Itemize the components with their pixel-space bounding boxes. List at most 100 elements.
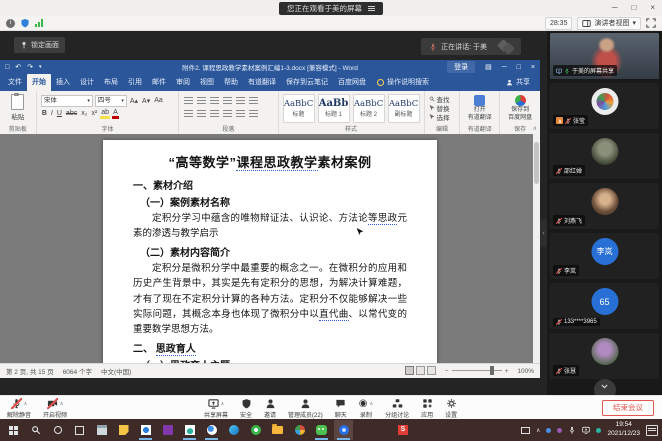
increase-indent-icon[interactable]: [236, 97, 245, 105]
shrink-font-button[interactable]: A▾: [141, 97, 151, 105]
banner-menu-icon[interactable]: [368, 6, 375, 11]
taskbar-search-button[interactable]: [26, 420, 45, 440]
chevron-up-icon[interactable]: ∧: [24, 401, 28, 407]
pin-view-button[interactable]: 锁定画面: [14, 37, 65, 53]
document-page[interactable]: “高等数学”课程思政教学素材案例 一、素材介绍 （一）案例素材名称 定积分学习中…: [103, 140, 437, 364]
tray-app-icon[interactable]: [596, 428, 601, 433]
subscript-button[interactable]: x₂: [80, 110, 88, 117]
tab-review[interactable]: 审阅: [171, 74, 195, 91]
italic-button[interactable]: I: [50, 110, 54, 117]
language-indicator[interactable]: 中文(中国): [101, 366, 131, 376]
tab-file[interactable]: 文件: [3, 74, 27, 91]
save-icon[interactable]: □: [5, 64, 9, 71]
participant-tile-screenshare[interactable]: 于美的屏幕共享: [550, 33, 659, 79]
breakout-rooms-button[interactable]: 分组讨论: [385, 397, 409, 419]
taskbar-calculator[interactable]: [92, 420, 111, 440]
task-view-button[interactable]: [70, 420, 89, 440]
taskbar-app-green[interactable]: [246, 420, 265, 440]
zoom-in-button[interactable]: +: [505, 368, 509, 375]
tab-youdao[interactable]: 有道翻译: [243, 74, 281, 91]
print-layout-icon[interactable]: [416, 366, 425, 375]
start-button[interactable]: [4, 420, 23, 440]
word-minimize-button[interactable]: ─: [502, 64, 507, 71]
participant-tile[interactable]: 邵红婵: [550, 133, 659, 179]
chevron-up-icon[interactable]: ∧: [221, 401, 225, 407]
tab-layout[interactable]: 布局: [99, 74, 123, 91]
superscript-button[interactable]: x²: [90, 110, 98, 117]
participant-tile[interactable]: 张慧: [550, 333, 659, 379]
highlight-color-button[interactable]: ab: [100, 109, 110, 119]
tab-insert[interactable]: 插入: [51, 74, 75, 91]
bullet-list-icon[interactable]: [184, 97, 193, 105]
taskbar-sticky-notes[interactable]: [114, 420, 133, 440]
invite-button[interactable]: 邀请: [264, 397, 276, 419]
record-button[interactable]: ◉∧ 录制: [359, 397, 373, 419]
minimize-button[interactable]: ─: [612, 1, 618, 14]
style-card-heading1[interactable]: AaBb标题 1: [318, 94, 350, 123]
paste-button[interactable]: 粘贴: [4, 94, 32, 121]
sort-icon[interactable]: [249, 97, 258, 105]
tab-baidupan[interactable]: 百度网盘: [333, 74, 371, 91]
participant-tile[interactable]: 李岚 李岚: [550, 233, 659, 279]
select-button[interactable]: 选择: [429, 112, 456, 121]
cortana-button[interactable]: [48, 420, 67, 440]
style-card-heading2[interactable]: AaBbC标题 2: [353, 94, 385, 123]
taskbar-wechat[interactable]: [312, 420, 331, 440]
tab-mailings[interactable]: 邮件: [147, 74, 171, 91]
fullscreen-button[interactable]: [646, 18, 656, 28]
word-restore-button[interactable]: □: [517, 64, 521, 71]
tab-cloudnote[interactable]: 保存到云笔记: [281, 74, 333, 91]
redo-icon[interactable]: ↷: [27, 63, 33, 71]
style-card-normal[interactable]: AaBbC标题: [283, 94, 315, 123]
taskbar-quark-browser[interactable]: [202, 420, 221, 440]
security-shield-icon[interactable]: [20, 18, 30, 28]
info-icon[interactable]: i: [6, 19, 15, 28]
word-login-button[interactable]: 登录: [447, 61, 475, 73]
multilevel-list-icon[interactable]: [210, 97, 219, 105]
tray-app-icon[interactable]: [546, 428, 551, 433]
grow-font-button[interactable]: A▴: [129, 97, 139, 105]
align-left-icon[interactable]: [184, 110, 193, 118]
chevron-up-icon[interactable]: ∧: [60, 401, 64, 407]
style-card-subtitle[interactable]: AaBbC副标题: [388, 94, 420, 123]
page-indicator[interactable]: 第 2 页, 共 15 页: [6, 366, 54, 376]
word-count[interactable]: 6064 个字: [63, 366, 92, 376]
document-scrollbar[interactable]: [533, 134, 540, 364]
zoom-slider[interactable]: [452, 370, 502, 371]
number-list-icon[interactable]: [197, 97, 206, 105]
zoom-out-button[interactable]: −: [445, 368, 449, 375]
justify-icon[interactable]: [223, 110, 232, 118]
chevron-up-icon[interactable]: ∧: [369, 401, 373, 407]
tab-design[interactable]: 设计: [75, 74, 99, 91]
maximize-button[interactable]: □: [631, 1, 636, 14]
zoom-slider-thumb[interactable]: [490, 366, 494, 375]
font-name-select[interactable]: 宋体▾: [41, 95, 93, 107]
taskbar-app-blue[interactable]: [136, 420, 155, 440]
start-video-button[interactable]: ∧ 开启视频: [43, 397, 67, 419]
taskbar-app-cloud[interactable]: [180, 420, 199, 440]
sidebar-collapse-handle[interactable]: ‹: [540, 219, 547, 247]
collapse-ribbon-icon[interactable]: ∧: [533, 125, 537, 132]
decrease-indent-icon[interactable]: [223, 97, 232, 105]
tab-home[interactable]: 开始: [27, 74, 51, 91]
line-spacing-icon[interactable]: [236, 110, 245, 118]
chat-button[interactable]: 聊天: [335, 397, 347, 419]
manage-members-button[interactable]: 管理成员(22): [288, 397, 323, 419]
taskbar-app-purple[interactable]: [158, 420, 177, 440]
font-color-button[interactable]: A: [112, 109, 119, 119]
action-center-icon[interactable]: [646, 425, 658, 436]
taskbar-file-explorer[interactable]: [268, 420, 287, 440]
security-button[interactable]: 安全: [240, 397, 252, 419]
unmute-button[interactable]: ∧ 解除静音: [7, 397, 31, 419]
tray-expand-icon[interactable]: ∧: [536, 427, 540, 434]
tab-help[interactable]: 帮助: [219, 74, 243, 91]
change-case-button[interactable]: Aa: [153, 97, 164, 104]
qat-caret-icon[interactable]: ▾: [39, 64, 42, 70]
end-meeting-button[interactable]: 结束会议: [602, 400, 654, 416]
web-layout-icon[interactable]: [427, 366, 436, 375]
taskbar-app-pie[interactable]: [290, 420, 309, 440]
close-button[interactable]: ×: [650, 1, 655, 14]
youdao-translate-button[interactable]: 打开 有道翻译: [464, 94, 495, 122]
view-mode-button[interactable]: 演讲者视图 ▾: [577, 17, 641, 30]
strikethrough-button[interactable]: abc: [65, 110, 78, 117]
